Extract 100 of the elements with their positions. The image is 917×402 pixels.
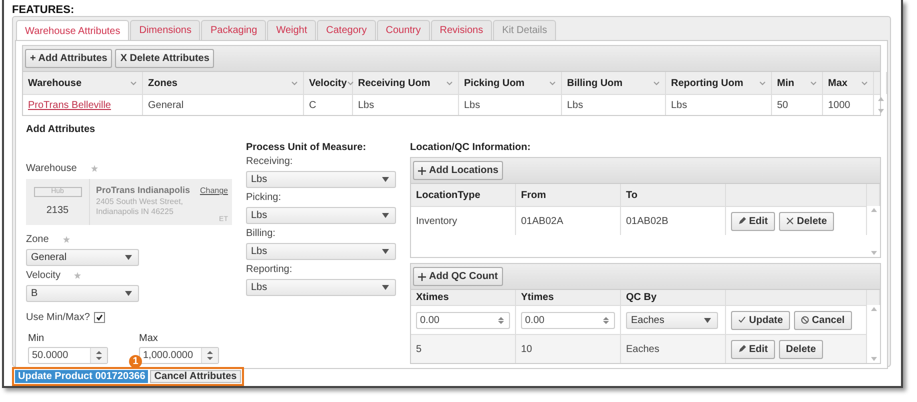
- dropdown-caret-icon: [382, 177, 389, 182]
- table-cell: Lbs: [671, 100, 688, 110]
- column-header: Max: [828, 78, 848, 88]
- sort-caret-icon[interactable]: [653, 80, 660, 86]
- select-field[interactable]: General: [26, 249, 139, 266]
- add-button[interactable]: Add Locations: [413, 161, 504, 180]
- sort-caret-icon[interactable]: [861, 80, 868, 86]
- select-field[interactable]: B: [26, 285, 139, 302]
- section-title: FEATURES:: [12, 4, 76, 16]
- scroll-up-icon[interactable]: [870, 208, 876, 212]
- column-header: Zones: [148, 78, 178, 88]
- form-title: Add Attributes: [26, 124, 96, 135]
- number-field[interactable]: 50.0000: [28, 347, 108, 364]
- scroll-up-icon[interactable]: [870, 307, 876, 311]
- spinner-arrows-icon[interactable]: [201, 348, 218, 363]
- sort-caret-icon[interactable]: [759, 80, 766, 86]
- column-header: Picking Uom: [464, 78, 525, 88]
- warehouse-code: 2135: [46, 205, 69, 216]
- table-cell: Lbs: [464, 100, 480, 110]
- table-cell: 5: [416, 344, 422, 354]
- tab[interactable]: Weight: [267, 20, 316, 40]
- sort-caret-icon[interactable]: [130, 80, 137, 86]
- table-cell: 01AB02B: [626, 216, 668, 226]
- select-field[interactable]: Lbs: [246, 171, 396, 188]
- scroll-up-icon[interactable]: [878, 97, 884, 101]
- tab[interactable]: Category: [317, 20, 376, 40]
- section-heading: Location/QC Information:: [410, 142, 532, 153]
- warehouse-name: ProTrans Indianapolis: [96, 185, 190, 195]
- field-label: Velocity: [26, 270, 60, 281]
- column-header: Xtimes: [416, 292, 449, 303]
- column-header: Reporting Uom: [671, 78, 744, 88]
- sort-caret-icon[interactable]: [446, 80, 453, 86]
- address-line: Indianapolis IN 46225: [96, 207, 174, 217]
- plus-icon: [418, 272, 426, 280]
- row-action-button[interactable]: Update: [731, 310, 790, 330]
- spinner-arrows-icon[interactable]: [90, 348, 107, 363]
- field-label: Reporting:: [246, 264, 292, 275]
- row-action-button[interactable]: Delete: [778, 212, 834, 230]
- pencil-icon: [738, 345, 746, 353]
- dropdown-caret-icon: [125, 255, 132, 260]
- checkbox-label: Use Min/Max?: [26, 312, 90, 323]
- number-field[interactable]: 1,000.0000: [139, 347, 219, 364]
- add-button[interactable]: Add QC Count: [413, 267, 503, 286]
- table-cell: Eaches: [626, 344, 660, 354]
- checkbox[interactable]: [94, 312, 105, 323]
- select-field[interactable]: Lbs: [246, 279, 396, 296]
- section-heading: Process Unit of Measure:: [246, 142, 368, 153]
- select-field[interactable]: Lbs: [246, 243, 396, 260]
- change-link[interactable]: Change: [200, 186, 228, 195]
- toolbar-button[interactable]: X Delete Attributes: [115, 49, 214, 68]
- row-action-button[interactable]: Edit: [731, 212, 775, 230]
- column-header: Billing Uom: [567, 78, 623, 88]
- spinner-arrows-icon[interactable]: [602, 316, 610, 324]
- row-action-button[interactable]: Cancel: [794, 310, 852, 330]
- plus-icon: [418, 166, 426, 174]
- dropdown-caret-icon: [382, 213, 389, 218]
- column-header: To: [626, 190, 638, 200]
- field-label: Warehouse: [26, 163, 77, 174]
- column-header: Ytimes: [521, 292, 554, 303]
- table-cell: 1000: [828, 100, 850, 110]
- dropdown-caret-icon: [125, 291, 132, 296]
- number-field[interactable]: 0.00: [521, 312, 615, 328]
- select-field[interactable]: Lbs: [246, 207, 396, 224]
- toolbar-button[interactable]: + Add Attributes: [25, 49, 112, 68]
- field-label: Min: [28, 333, 44, 344]
- tab[interactable]: Country: [376, 20, 430, 40]
- sort-caret-icon[interactable]: [291, 80, 298, 86]
- footer-button[interactable]: Update Product 001720366: [15, 370, 148, 383]
- row-action-button[interactable]: Delete: [778, 340, 823, 358]
- row-action-button[interactable]: Edit: [731, 340, 775, 358]
- table-cell: General: [148, 100, 184, 110]
- scroll-down-icon[interactable]: [878, 109, 884, 113]
- table-cell: 10: [521, 344, 532, 354]
- column-header: QC By: [626, 292, 657, 303]
- scroll-down-icon[interactable]: [870, 251, 876, 255]
- address-line: 2405 South West Street,: [96, 197, 184, 207]
- column-header: Min: [777, 78, 794, 88]
- sort-caret-icon[interactable]: [346, 80, 354, 86]
- warehouse-link[interactable]: ProTrans Belleville: [28, 100, 111, 110]
- tab[interactable]: Revisions: [430, 20, 492, 40]
- spinner-arrows-icon[interactable]: [497, 316, 505, 324]
- dropdown-caret-icon: [704, 318, 711, 322]
- column-header: LocationType: [416, 190, 480, 200]
- sort-caret-icon[interactable]: [549, 80, 556, 86]
- number-field[interactable]: 0.00: [416, 312, 510, 328]
- tab[interactable]: Packaging: [201, 20, 266, 40]
- pencil-icon: [738, 217, 746, 225]
- sort-caret-icon[interactable]: [810, 80, 817, 86]
- tab[interactable]: Dimensions: [130, 20, 200, 40]
- dropdown-caret-icon: [382, 249, 389, 254]
- column-header: Receiving Uom: [358, 78, 430, 88]
- tab[interactable]: Warehouse Attributes: [16, 20, 130, 41]
- field-label: Picking:: [246, 192, 282, 203]
- table-cell: Lbs: [358, 100, 374, 110]
- footer-button[interactable]: Cancel Attributes: [150, 370, 241, 383]
- scroll-down-icon[interactable]: [870, 357, 876, 361]
- field-label: Max: [139, 333, 158, 344]
- table-cell: Lbs: [567, 100, 584, 110]
- table-cell: C: [309, 100, 316, 110]
- qc-by-select[interactable]: Eaches: [626, 312, 718, 328]
